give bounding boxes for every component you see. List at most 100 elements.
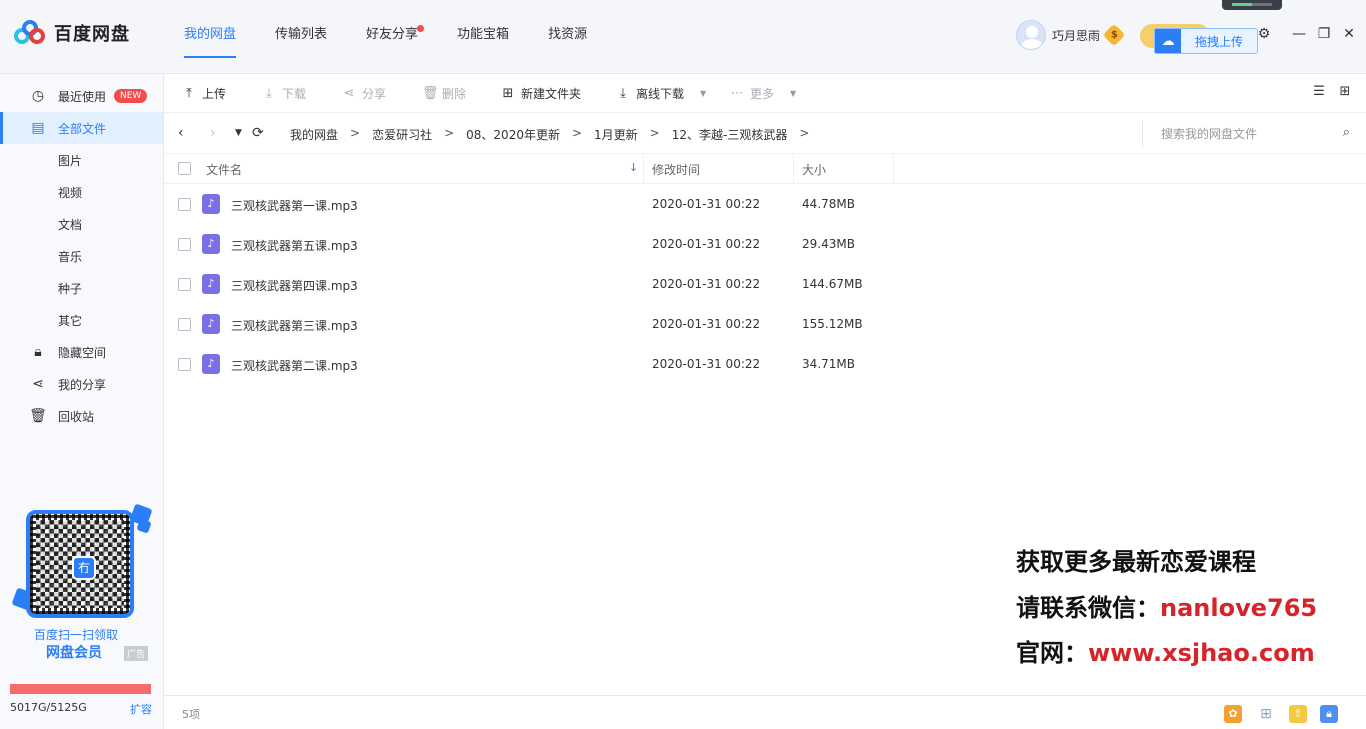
storage-usage-text: 5017G/5125G — [10, 701, 87, 714]
file-name[interactable]: 三观核武器第五课.mp3 — [231, 237, 358, 254]
nav-transfer-list[interactable]: 传输列表 — [275, 0, 327, 74]
nav-my-disk[interactable]: 我的网盘 — [184, 0, 237, 74]
share-button[interactable]: ⋖ 分享 — [342, 85, 386, 102]
new-folder-button[interactable]: ⊞ 新建文件夹 — [501, 85, 581, 102]
row-checkbox[interactable] — [178, 198, 191, 211]
sidebar-item-torrents[interactable]: 种子 — [0, 272, 163, 304]
upload-button[interactable]: ⤒ 上传 — [182, 85, 226, 102]
app-name: 百度网盘 — [54, 24, 130, 45]
offline-download-button[interactable]: ⤓ 离线下载 ▼ — [616, 85, 706, 102]
table-row[interactable]: ♪ 三观核武器第五课.mp3 2020-01-31 00:22 29.43MB — [164, 224, 1366, 264]
back-button[interactable]: ‹ — [178, 125, 184, 141]
breadcrumb-item[interactable]: 12、李越-三观核武器 — [672, 126, 788, 143]
vip-badge-icon: $ — [1102, 23, 1126, 47]
nav-toolbox[interactable]: 功能宝箱 — [457, 0, 509, 74]
row-checkbox[interactable] — [178, 238, 191, 251]
close-button[interactable]: ✕ — [1341, 26, 1357, 42]
sidebar-item-all-files[interactable]: ▤ 全部文件 — [0, 112, 163, 144]
sidebar-item-other[interactable]: 其它 — [0, 304, 163, 336]
sort-button[interactable]: ☰ — [1312, 85, 1326, 99]
expand-storage-link[interactable]: 扩容 — [130, 701, 152, 717]
history-dropdown-icon[interactable]: ▼ — [235, 128, 242, 138]
trash-icon: 🗑︎ — [29, 408, 47, 424]
file-name[interactable]: 三观核武器第四课.mp3 — [231, 277, 358, 294]
audio-file-icon: ♪ — [202, 354, 220, 374]
membership-promo[interactable]: 冇 百度扫一扫领取 网盘会员 广告 — [11, 503, 154, 666]
medal-icon[interactable]: ✿ — [1224, 705, 1242, 723]
file-size: 29.43MB — [802, 237, 855, 251]
title-bar: 百度网盘 我的网盘 传输列表 好友分享 功能宝箱 找资源 巧月思雨 $ ☁ 拖拽… — [0, 0, 1366, 74]
file-name[interactable]: 三观核武器第三课.mp3 — [231, 317, 358, 334]
lock-icon: 🔒︎ — [34, 344, 42, 360]
avatar[interactable] — [1016, 20, 1046, 50]
sidebar-item-hidden-space[interactable]: 🔒︎ 隐藏空间 — [0, 336, 163, 368]
row-checkbox[interactable] — [178, 278, 191, 291]
table-row[interactable]: ♪ 三观核武器第二课.mp3 2020-01-31 00:22 34.71MB — [164, 344, 1366, 384]
storage-usage-bar — [10, 684, 151, 694]
nav-find-resources[interactable]: 找资源 — [548, 0, 587, 74]
toolbar: ⤒ 上传 ⤓ 下载 ⋖ 分享 🗑︎ 删除 ⊞ 新建文件夹 ⤓ 离线下载 ▼ ⋯ … — [164, 74, 1366, 113]
status-bar: 5项 ✿ ⊞ ⇧ 🔒︎ — [164, 695, 1366, 729]
more-button[interactable]: ⋯ 更多 ▼ — [730, 85, 797, 102]
restore-button[interactable]: ❐ — [1316, 26, 1332, 42]
delete-button[interactable]: 🗑︎ 删除 — [422, 85, 466, 102]
lock-icon[interactable]: 🔒︎ — [1320, 705, 1338, 723]
nav-friend-share[interactable]: 好友分享 — [366, 0, 425, 74]
new-folder-icon: ⊞ — [502, 85, 514, 101]
file-modified: 2020-01-31 00:22 — [652, 197, 761, 211]
column-header-size[interactable]: 大小 — [802, 161, 826, 178]
more-dots-icon: ⋯ — [730, 85, 744, 101]
upload-folder-icon[interactable]: ⇧ — [1289, 705, 1307, 723]
table-row[interactable]: ♪ 三观核武器第四课.mp3 2020-01-31 00:22 144.67MB — [164, 264, 1366, 304]
user-info[interactable]: 巧月思雨 $ — [1016, 20, 1126, 50]
file-size: 155.12MB — [802, 317, 863, 331]
row-checkbox[interactable] — [178, 318, 191, 331]
search-icon[interactable]: ⌕ — [1343, 125, 1350, 140]
column-header-modified[interactable]: 修改时间 — [652, 161, 700, 178]
sort-desc-icon[interactable]: ↓ — [629, 161, 638, 174]
download-button[interactable]: ⤓ 下载 — [262, 85, 306, 102]
download-icon: ⤓ — [620, 85, 626, 101]
audio-file-icon: ♪ — [202, 274, 220, 294]
sidebar-item-music[interactable]: 音乐 — [0, 240, 163, 272]
clock-icon: ◷ — [31, 88, 45, 104]
watermark-line-1: 获取更多最新恋爱课程 — [1016, 548, 1256, 576]
sidebar-item-videos[interactable]: 视频 — [0, 176, 163, 208]
grid-view-button[interactable]: ⊞ — [1338, 85, 1352, 99]
upload-icon: ⤒ — [186, 85, 192, 101]
app-logo[interactable]: 百度网盘 — [14, 20, 130, 46]
sidebar-item-my-shares[interactable]: ⋖ 我的分享 — [0, 368, 163, 400]
username: 巧月思雨 — [1052, 28, 1101, 43]
sidebar-item-recycle-bin[interactable]: 🗑︎ 回收站 — [0, 400, 163, 432]
table-row[interactable]: ♪ 三观核武器第一课.mp3 2020-01-31 00:22 44.78MB — [164, 184, 1366, 224]
forward-button[interactable]: › — [210, 125, 216, 141]
table-row[interactable]: ♪ 三观核武器第三课.mp3 2020-01-31 00:22 155.12MB — [164, 304, 1366, 344]
chevron-down-icon: ▼ — [790, 89, 797, 98]
main-nav: 我的网盘 传输列表 好友分享 功能宝箱 找资源 — [184, 0, 626, 74]
row-checkbox[interactable] — [178, 358, 191, 371]
apps-grid-icon[interactable]: ⊞ — [1257, 705, 1275, 723]
search-input[interactable] — [1161, 125, 1321, 143]
ad-tag: 广告 — [124, 646, 149, 661]
promo-line-2: 网盘会员 — [46, 645, 102, 661]
breadcrumb-item[interactable]: 1月更新 — [594, 126, 638, 143]
breadcrumb-item[interactable]: 08、2020年更新 — [466, 126, 560, 143]
sidebar-item-recent[interactable]: ◷ 最近使用 NEW — [0, 80, 163, 112]
file-name[interactable]: 三观核武器第一课.mp3 — [231, 197, 358, 214]
qr-center-logo: 冇 — [72, 556, 96, 580]
share-icon: ⋖ — [343, 85, 355, 101]
select-all-checkbox[interactable] — [178, 162, 191, 175]
qr-code: 冇 — [26, 510, 134, 618]
breadcrumb-item[interactable]: 恋爱研习社 — [372, 126, 432, 143]
minimize-button[interactable]: — — [1291, 26, 1307, 42]
promo-line-1: 百度扫一扫领取 — [33, 628, 118, 642]
drag-upload-button[interactable]: ☁ 拖拽上传 — [1154, 28, 1258, 54]
sidebar-item-documents[interactable]: 文档 — [0, 208, 163, 240]
breadcrumb-item[interactable]: 我的网盘 — [290, 126, 338, 143]
file-name[interactable]: 三观核武器第二课.mp3 — [231, 357, 358, 374]
column-header-name[interactable]: 文件名 — [206, 161, 242, 178]
refresh-icon[interactable]: ⟳ — [252, 125, 264, 141]
sidebar-item-images[interactable]: 图片 — [0, 144, 163, 176]
audio-file-icon: ♪ — [202, 314, 220, 334]
gear-icon[interactable]: ⚙ — [1256, 26, 1272, 42]
